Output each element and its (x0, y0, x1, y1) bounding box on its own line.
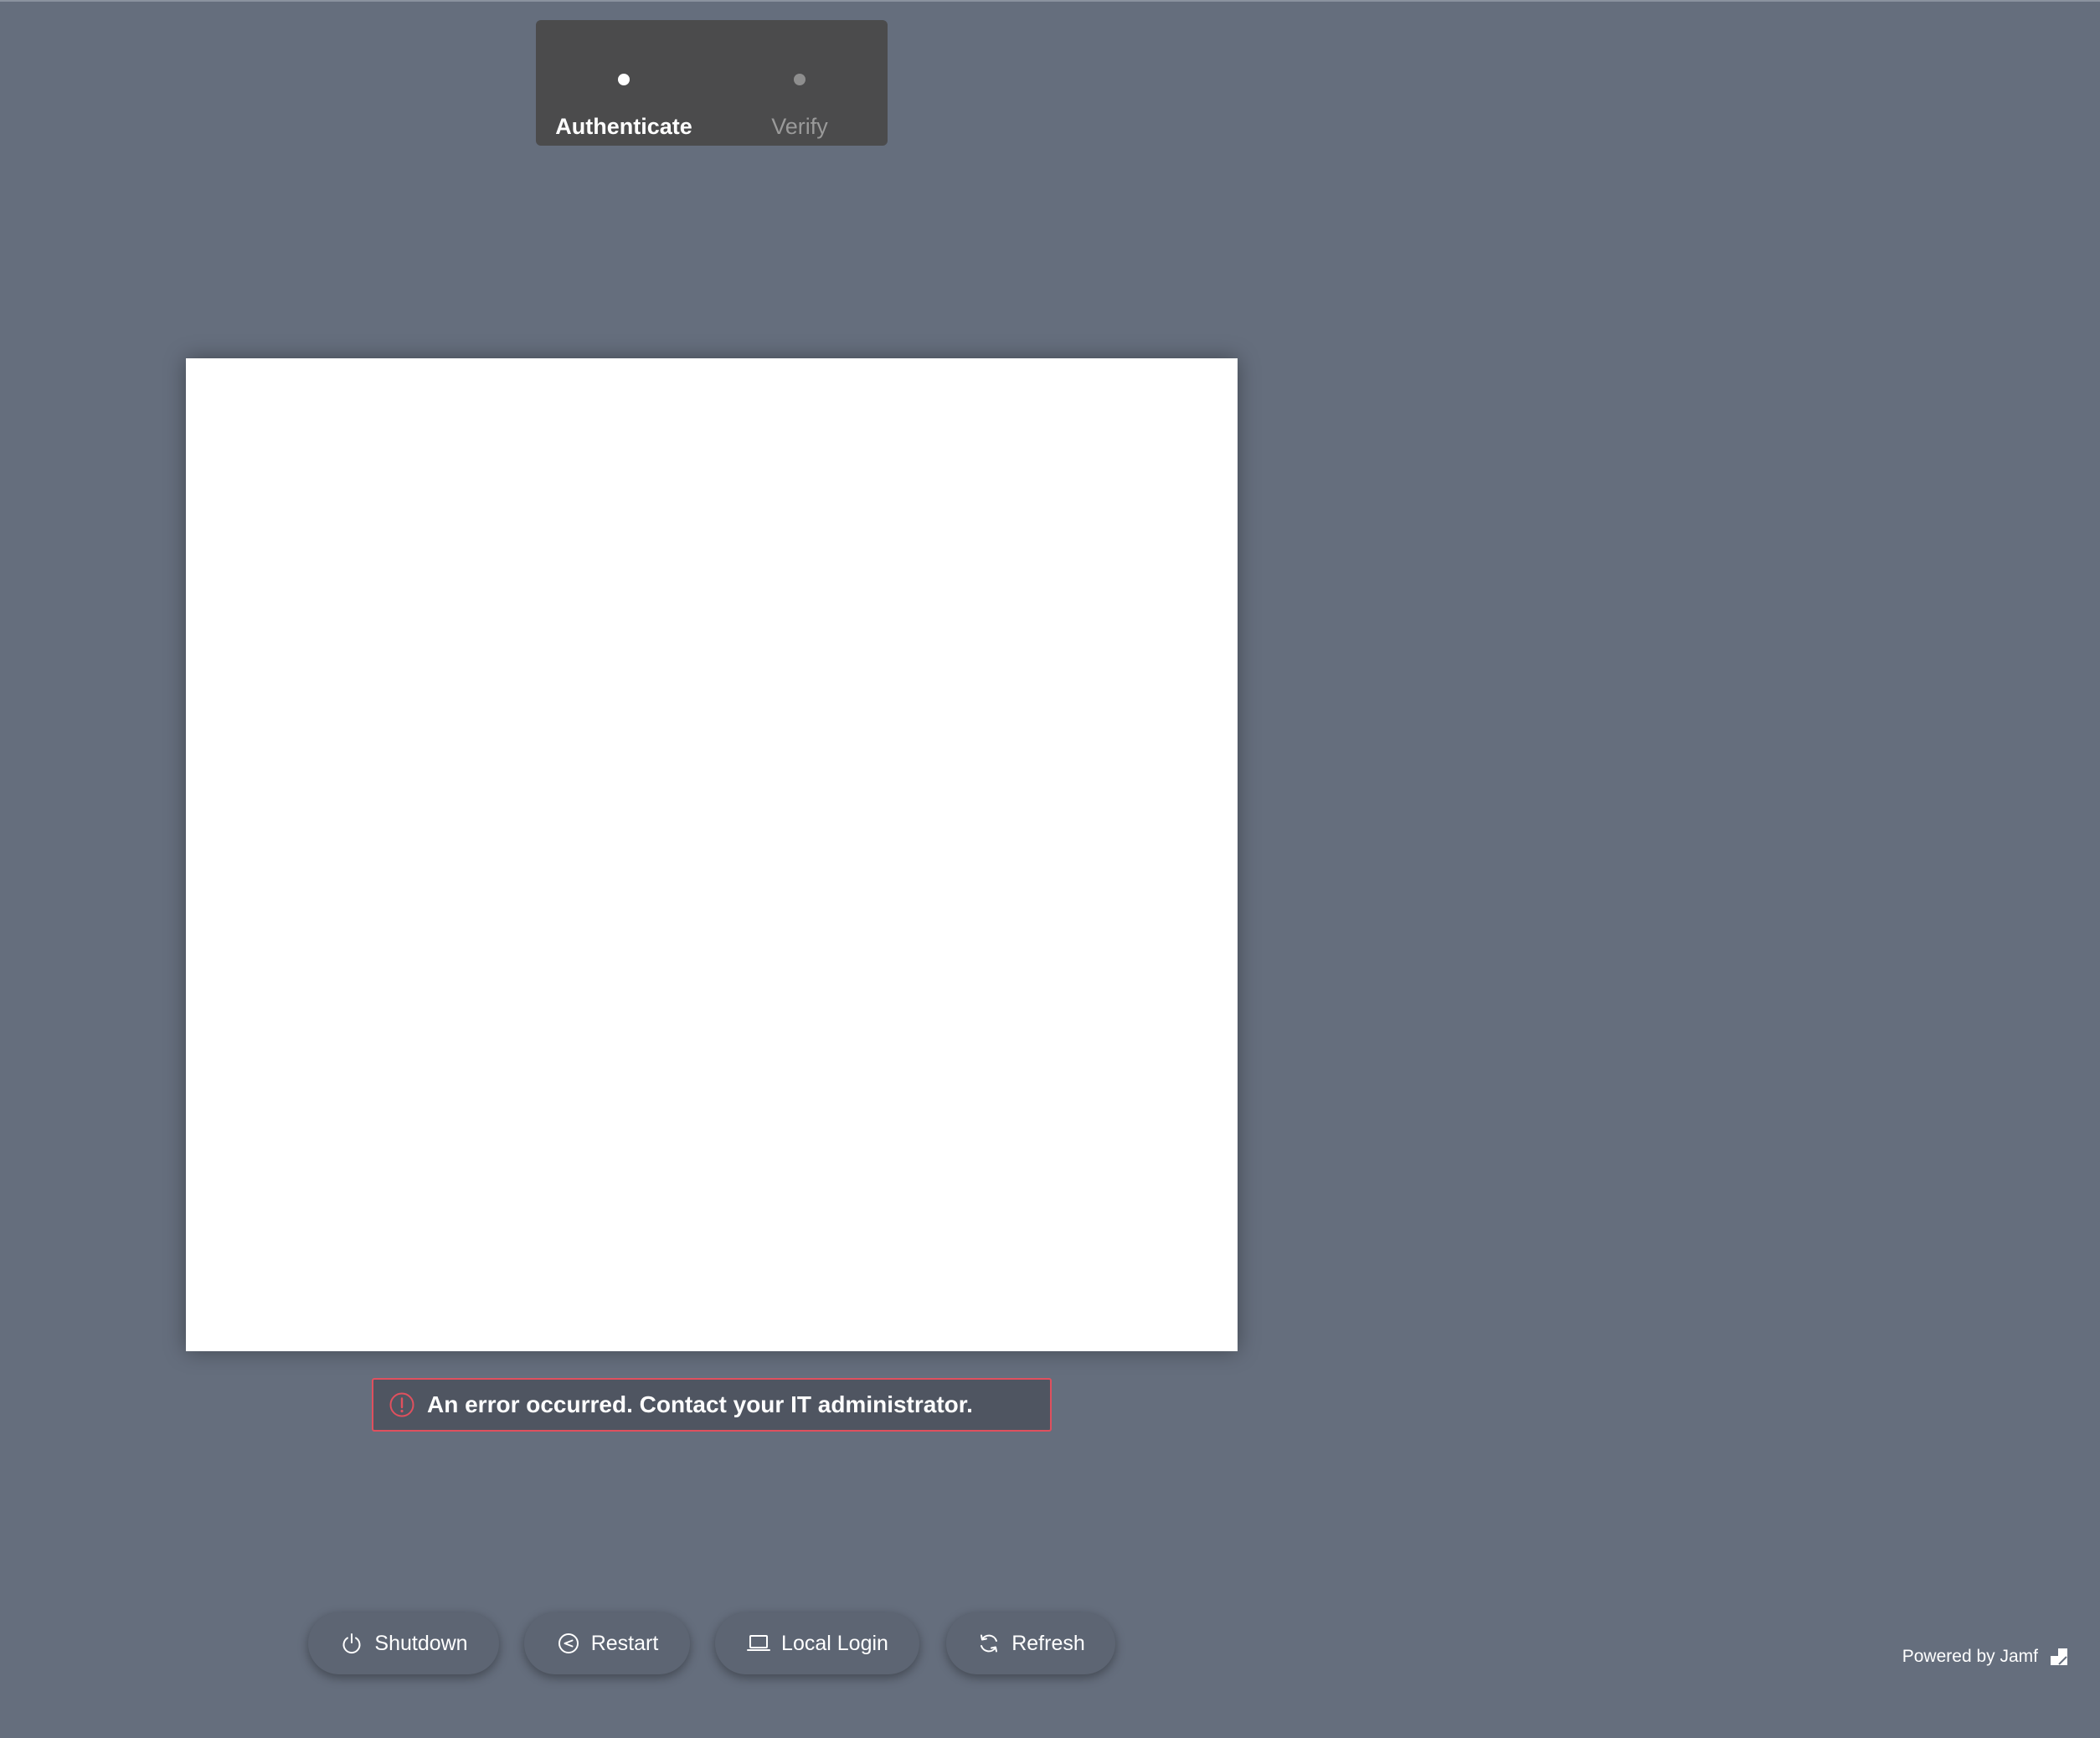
laptop-icon (747, 1635, 771, 1651)
step-inactive-dot-icon (794, 74, 806, 85)
progress-stepper: Authenticate Verify (536, 20, 888, 146)
restart-icon (558, 1633, 579, 1653)
error-banner: An error occurred. Contact your IT admin… (372, 1378, 1052, 1432)
refresh-button[interactable]: Refresh (946, 1612, 1115, 1674)
powered-by-text: Powered by Jamf (1902, 1647, 2038, 1666)
alert-circle-icon (389, 1391, 415, 1418)
step-label: Verify (771, 114, 828, 139)
action-bar: Shutdown Restart Local Login Refresh (0, 1612, 2100, 1674)
step-active-dot-icon (618, 74, 630, 85)
restart-label: Restart (590, 1631, 659, 1655)
local-login-button[interactable]: Local Login (715, 1612, 919, 1674)
screen-top-edge (0, 0, 2100, 2)
refresh-label: Refresh (1011, 1631, 1085, 1655)
power-icon (342, 1633, 361, 1654)
shutdown-label: Shutdown (374, 1631, 468, 1655)
shutdown-button[interactable]: Shutdown (308, 1612, 499, 1674)
jamf-logo-icon (2051, 1648, 2067, 1665)
step-label: Authenticate (555, 114, 692, 139)
local-login-label: Local Login (781, 1631, 888, 1655)
step-authenticate: Authenticate (536, 20, 712, 146)
powered-by-jamf: Powered by Jamf (1902, 1646, 2070, 1668)
step-verify: Verify (712, 20, 888, 146)
refresh-icon (981, 1634, 998, 1653)
login-content-panel (186, 358, 1238, 1351)
error-message: An error occurred. Contact your IT admin… (427, 1391, 973, 1417)
restart-button[interactable]: Restart (524, 1612, 690, 1674)
